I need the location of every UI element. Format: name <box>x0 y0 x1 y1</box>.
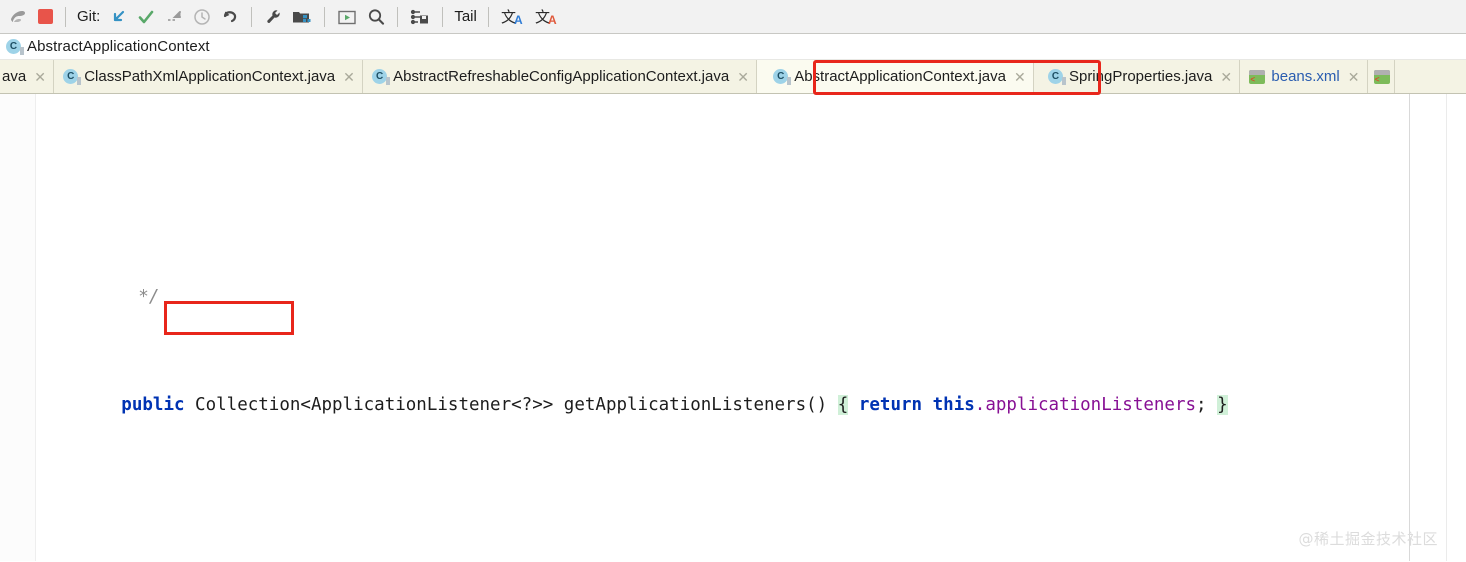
tab-clipped-java[interactable]: ava ✕ <box>0 60 55 93</box>
tab-beans-xml[interactable]: beans.xml ✕ <box>1240 60 1368 93</box>
run-icon[interactable] <box>332 3 362 31</box>
translate-red-icon[interactable]: 文 A <box>530 3 564 31</box>
separator-6 <box>487 6 489 27</box>
editor-gutter[interactable] <box>0 94 36 561</box>
code-token-brace-close: } <box>1217 395 1228 415</box>
breadcrumb[interactable]: C AbstractApplicationContext <box>0 34 1466 60</box>
database-save-icon[interactable] <box>405 3 435 31</box>
code-token-semicolon: ; <box>1196 395 1207 415</box>
svg-text:A: A <box>548 13 557 27</box>
editor-vertical-guide <box>1409 94 1410 561</box>
separator-4 <box>397 6 399 27</box>
code-token-brace-open: { <box>837 395 849 415</box>
search-icon[interactable] <box>362 3 390 31</box>
code-line-get-application-listeners: public Collection<ApplicationListener<?>… <box>36 365 1466 415</box>
code-token-signature: Collection<ApplicationListener<?>> getAp… <box>184 395 828 415</box>
translate-blue-icon[interactable]: 文 A <box>496 3 530 31</box>
java-class-icon: C <box>63 69 82 85</box>
stop-button[interactable] <box>32 3 58 31</box>
tab-label: AbstractRefreshableConfigApplicationCont… <box>393 68 730 85</box>
tab-label: ava <box>2 68 27 85</box>
java-class-icon: C <box>1047 69 1066 85</box>
java-class-icon: C <box>773 69 792 85</box>
java-class-icon: C <box>372 69 391 85</box>
watermark-label: @稀土掘金技术社区 <box>1298 530 1438 548</box>
code-line-blank-1 <box>36 473 1466 500</box>
tab-label: SpringProperties.java <box>1068 68 1213 85</box>
tab-label: ClassPathXmlApplicationContext.java <box>84 68 336 85</box>
tab-close-icon[interactable]: ✕ <box>737 70 749 84</box>
tail-button-label[interactable]: Tail <box>450 8 481 25</box>
tab-overflow-next[interactable] <box>1367 60 1395 93</box>
tab-close-icon[interactable]: ✕ <box>1014 70 1026 84</box>
code-editor[interactable]: * Return the list of statically specifie… <box>0 94 1466 561</box>
tab-abstractrefreshableconfigapplicationcontext[interactable]: C AbstractRefreshableConfigApplicationCo… <box>363 60 758 93</box>
tab-close-icon[interactable]: ✕ <box>1220 70 1232 84</box>
tab-close-icon[interactable]: ✕ <box>343 70 355 84</box>
git-commit-icon[interactable] <box>132 3 160 31</box>
code-token-this: this <box>932 395 975 415</box>
code-token-return: return <box>858 395 923 415</box>
tab-springproperties[interactable]: C SpringProperties.java ✕ <box>1033 60 1241 93</box>
editor-scrollbar-rail[interactable] <box>1446 94 1466 561</box>
java-class-icon: C <box>6 39 24 55</box>
xml-file-icon <box>1373 69 1390 85</box>
code-line-comment-end: */ <box>36 257 1466 307</box>
project-structure-icon[interactable] <box>287 3 317 31</box>
editor-tab-bar: ava ✕ C ClassPathXmlApplicationContext.j… <box>0 60 1466 94</box>
git-update-project-icon[interactable] <box>104 3 132 31</box>
svg-text:A: A <box>514 13 523 27</box>
breadcrumb-label: AbstractApplicationContext <box>27 38 210 55</box>
code-line-javadoc-clipped: * Return the list of statically specifie… <box>36 162 1466 176</box>
tab-label: beans.xml <box>1271 68 1340 85</box>
code-token-field: .applicationListeners <box>974 395 1197 415</box>
separator-1 <box>65 6 66 27</box>
git-rollback-undo-icon[interactable] <box>216 3 244 31</box>
git-push-icon[interactable] <box>160 3 188 31</box>
tab-label: AbstractApplicationContext.java <box>794 68 1006 85</box>
main-toolbar: Git: Tail 文 A 文 A <box>0 0 1466 34</box>
tab-close-icon[interactable]: ✕ <box>34 70 46 84</box>
tab-close-icon[interactable]: ✕ <box>1348 70 1360 84</box>
git-history-clock-icon[interactable] <box>188 3 216 31</box>
separator-2 <box>251 6 253 27</box>
settings-wrench-icon[interactable] <box>259 3 287 31</box>
separator-3 <box>324 6 326 27</box>
code-token-comment-close: */ <box>138 287 160 307</box>
xml-file-icon <box>1249 69 1266 85</box>
app-logo-icon <box>4 3 32 31</box>
tab-abstractapplicationcontext[interactable]: C AbstractApplicationContext.java ✕ <box>757 60 1034 93</box>
ide-window: Git: Tail 文 A 文 A C AbstractApplicationC… <box>0 0 1466 562</box>
git-label: Git: <box>77 8 101 25</box>
separator-5 <box>442 6 444 27</box>
code-content[interactable]: * Return the list of statically specifie… <box>36 94 1466 561</box>
tab-classpathxmlapplicationcontext[interactable]: C ClassPathXmlApplicationContext.java ✕ <box>54 60 364 93</box>
code-token-public: public <box>121 395 185 415</box>
